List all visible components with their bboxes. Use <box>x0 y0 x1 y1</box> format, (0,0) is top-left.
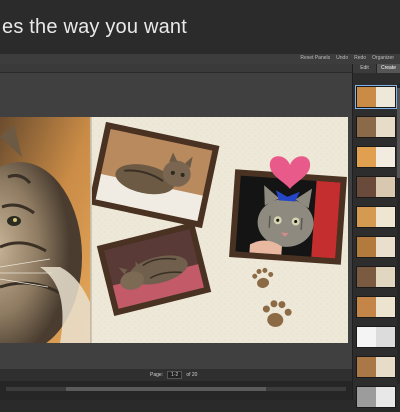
page-total: of 20 <box>186 372 198 378</box>
options-toolbar <box>0 64 352 73</box>
thumbnail-image <box>356 236 396 258</box>
page-thumbnail[interactable] <box>353 354 400 382</box>
left-page[interactable] <box>0 117 92 343</box>
right-page-collage[interactable] <box>92 117 348 343</box>
page-thumbnail[interactable] <box>353 324 400 352</box>
page-navigation-bar: Page: 1-2 of 20 <box>0 369 352 381</box>
page-label: Page: <box>150 372 164 378</box>
page-thumbnail[interactable] <box>353 174 400 202</box>
page-thumbnail[interactable] <box>353 84 400 112</box>
organizer-button[interactable]: Organizer <box>372 55 394 61</box>
page-thumbnail[interactable] <box>353 204 400 232</box>
page-thumbnail[interactable] <box>353 384 400 412</box>
page-thumbnail[interactable] <box>353 234 400 262</box>
thumbnail-image <box>356 176 396 198</box>
thumbnail-image <box>355 85 397 109</box>
page-thumbnail[interactable] <box>353 144 400 172</box>
thumbnail-image <box>356 206 396 228</box>
book-spread <box>0 117 352 343</box>
thumbnail-image <box>356 116 396 138</box>
page-thumbnail[interactable] <box>353 114 400 142</box>
pages-panel: Edit Create Pages <box>352 64 400 408</box>
title-bar: Reset Panels Undo Redo Organizer <box>0 54 400 64</box>
scrollbar-thumb[interactable] <box>66 387 266 391</box>
panel-tabs: Edit Create <box>353 64 400 73</box>
tabby-cat-closeup-photo <box>0 117 92 343</box>
page-thumbnail[interactable] <box>353 264 400 292</box>
status-bar <box>0 381 352 400</box>
tab-edit[interactable]: Edit <box>353 64 377 73</box>
pages-subhead: Pages <box>355 75 399 89</box>
thumbnail-image <box>356 386 396 408</box>
tab-create[interactable]: Create <box>377 64 400 73</box>
photo-book-editor: Reset Panels Undo Redo Organizer Page: 1… <box>0 54 400 408</box>
reset-panels-button[interactable]: Reset Panels <box>300 55 330 61</box>
collage-canvas <box>92 117 348 343</box>
redo-button[interactable]: Redo <box>354 55 366 61</box>
headline-text: es the way you want <box>2 16 188 38</box>
page-thumbnail[interactable] <box>353 294 400 322</box>
canvas-area[interactable] <box>0 73 352 369</box>
page-input[interactable]: 1-2 <box>167 371 183 379</box>
thumbnail-image <box>356 356 396 378</box>
page-navigator: Page: 1-2 of 20 <box>150 371 197 379</box>
thumbnail-image <box>356 326 396 348</box>
promo-headline: es the way you want <box>0 0 400 54</box>
thumbnail-image <box>356 146 396 168</box>
thumbnail-image <box>356 266 396 288</box>
thumbnail-image <box>356 296 396 318</box>
undo-button[interactable]: Undo <box>336 55 348 61</box>
horizontal-scrollbar[interactable] <box>6 387 346 391</box>
